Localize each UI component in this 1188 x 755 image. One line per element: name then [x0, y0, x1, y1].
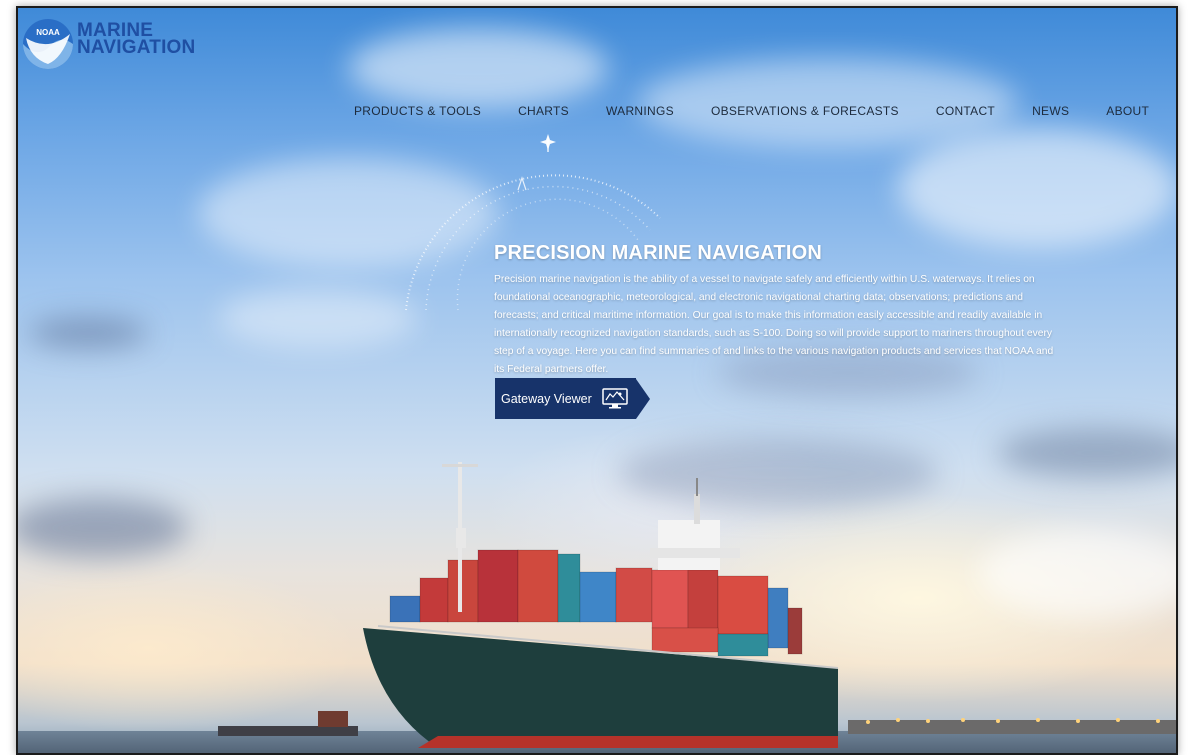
nav-about[interactable]: ABOUT	[1106, 104, 1149, 118]
nav-warnings[interactable]: WARNINGS	[606, 104, 674, 118]
gateway-viewer-label: Gateway Viewer	[501, 391, 592, 406]
logo-text-navigation: NAVIGATION	[77, 37, 196, 58]
main-nav: PRODUCTS & TOOLS CHARTS WARNINGS OBSERVA…	[354, 104, 1149, 118]
gateway-viewer-button[interactable]: Gateway Viewer	[495, 378, 650, 419]
gateway-arrow-shape	[635, 378, 650, 419]
noaa-logo-icon: NOAA	[22, 18, 74, 70]
hero-title: PRECISION MARINE NAVIGATION	[494, 242, 823, 264]
nav-contact[interactable]: CONTACT	[936, 104, 995, 118]
svg-text:NOAA: NOAA	[36, 28, 60, 37]
hero-description: Precision marine navigation is the abili…	[494, 274, 1054, 375]
hero-section: NOAA MARINE NAVIGATION PRODUCTS & TOOLS …	[16, 6, 1178, 755]
hero-content: PRECISION MARINE NAVIGATION Precision ma…	[494, 242, 1054, 379]
nav-charts[interactable]: CHARTS	[518, 104, 569, 118]
nav-observations-forecasts[interactable]: OBSERVATIONS & FORECASTS	[711, 104, 899, 118]
site-logo[interactable]: NOAA MARINE NAVIGATION	[22, 18, 195, 70]
nav-products-tools[interactable]: PRODUCTS & TOOLS	[354, 104, 481, 118]
nav-news[interactable]: NEWS	[1032, 104, 1069, 118]
monitor-map-icon	[602, 387, 628, 408]
